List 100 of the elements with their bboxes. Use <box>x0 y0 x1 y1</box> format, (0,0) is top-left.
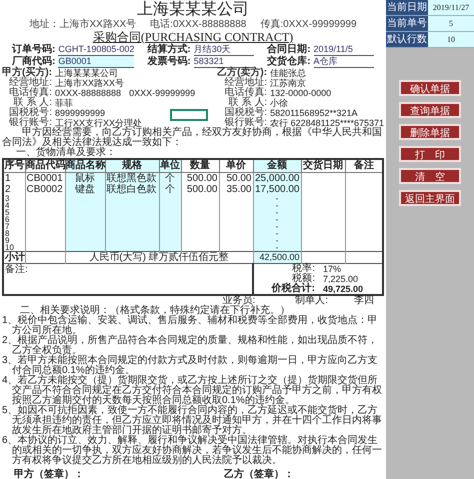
summary-value: 49,725.00 <box>323 284 364 294</box>
action-button[interactable]: 打 印 <box>399 146 461 162</box>
field-value: 8999999999 <box>55 108 106 118</box>
field-label: 交货仓库: <box>267 56 311 68</box>
column-header: 备注 <box>345 159 383 172</box>
info-value: 5 <box>428 16 474 32</box>
column-header: 单位 <box>159 159 181 172</box>
table-cell: 4 <box>3 202 25 209</box>
field-label: 经营地址: <box>8 78 52 88</box>
info-value: 10 <box>428 32 474 48</box>
clause-text: 3、若甲方未能按照本合同规定的付款方式及时付款，则每逾期一日，甲方应向乙方支付合同总额0.1%的违约金。 <box>2 356 379 376</box>
column-header: 金额 <box>253 159 301 172</box>
info-label: 当前单号 <box>386 16 428 32</box>
table-cell: - <box>253 216 301 223</box>
table-cell: 5 <box>3 209 25 216</box>
table-cell: 2 <box>3 184 25 195</box>
signature-label: 甲方（签章）： <box>14 469 84 479</box>
field-label: 国税税号: <box>223 108 268 118</box>
company-contact: 电话:0XXX-88888888 <box>150 19 246 30</box>
company-contact: 地址：上海市XX路XX号 <box>29 19 136 30</box>
clause-text: 4、若乙方未能按交（提）货期限交货，或乙方按上述所订之交（提）货期限交货但所交产品不符合合同规定在乙方交付符合本合同规定的订购产品予甲方之前，甲方有权按照乙方逾期交付的天数每天按照合同总额收取0.1%的违约金。 <box>2 376 383 406</box>
intro-text: 甲方因经营需要，向乙方订购相关产品，经双方友好协商，根据《中华人民共和国合同法》及相关法律法规达成一致如下： <box>2 128 383 148</box>
table-cell: 个 <box>159 184 181 195</box>
table-cell: - <box>253 230 301 237</box>
field-label: 国税税号: <box>8 108 52 118</box>
table-cell: 联想白色款 <box>105 184 159 195</box>
table-cell: - <box>253 237 301 244</box>
field-label: 合同日期: <box>267 44 311 55</box>
summary-value: 17% <box>323 264 342 274</box>
field-label: 结算方式: <box>147 44 191 56</box>
field-value: 农行 6228481125****675371 <box>270 118 384 128</box>
field-value: 0XXX-88888888 <box>55 88 122 98</box>
table-cell: 联想黑色款 <box>105 172 159 184</box>
action-button[interactable]: 返回主界面 <box>399 190 461 206</box>
field-label: 订单号码: <box>12 44 56 55</box>
action-button[interactable]: 查询单据 <box>399 102 461 118</box>
field-value[interactable]: 583321 <box>194 56 254 68</box>
column-header: 序号 <box>3 159 25 172</box>
action-button[interactable]: 删除单据 <box>399 124 461 140</box>
table-cell: - <box>253 202 301 209</box>
field-value: 小徐 <box>270 98 290 108</box>
table-cell: 500.00 <box>181 184 219 195</box>
action-button[interactable]: 确认单据 <box>399 80 461 96</box>
table-cell: 3 <box>3 195 25 202</box>
column-header: 数量 <box>181 159 219 172</box>
preparer-name: 李四 <box>354 296 374 306</box>
clause-text: 1、税价中包含运输、安装、调试、售后服务、辅材和税费等全部费用，收货地点：甲方公司所在地。 <box>2 316 379 336</box>
table-cell: 42,500.00 <box>253 252 301 264</box>
table-cell: 8 <box>3 230 25 237</box>
field-value: 佳能张总 <box>270 68 308 78</box>
table-cell: - <box>253 223 301 230</box>
column-header: 单价 <box>219 159 253 172</box>
table-cell: 人民币(大写) 肆万贰仟伍佰元整 <box>65 252 253 264</box>
table-cell: - <box>253 209 301 216</box>
field-value: 工行XX支行XX分理处 <box>55 118 142 128</box>
field-value: 132-0000-0000 <box>270 88 332 98</box>
field-value: 0XXX-99999999 <box>129 88 196 98</box>
action-button[interactable]: 清 空 <box>399 168 461 184</box>
field-label: 电话传真: <box>223 88 268 98</box>
signature-label: 乙方（签章）： <box>224 469 294 479</box>
field-value: 上海市XX路XX号 <box>55 78 124 88</box>
column-header: 规格 <box>105 159 159 172</box>
table-cell: 键盘 <box>65 184 105 195</box>
section-heading: 一、货物清单及要求： <box>15 148 117 158</box>
column-header: 交货日期 <box>301 159 345 172</box>
field-label: 银行账号: <box>8 118 52 128</box>
field-value: 菲菲 <box>55 98 73 108</box>
salesperson-label: 业务员: <box>222 296 256 306</box>
info-label: 当前日期 <box>386 0 428 16</box>
summary-label: 税额: <box>292 274 315 284</box>
field-value[interactable]: 2019/11/5 <box>314 44 374 56</box>
field-label: 乙方(卖方): <box>217 68 268 78</box>
field-label: 银行账号: <box>224 118 268 128</box>
preparer-label: 制单人: <box>295 296 328 306</box>
table-cell: 6 <box>3 216 25 223</box>
field-label: 联 系 人: <box>14 98 52 108</box>
table-cell: 备注: <box>3 264 253 295</box>
field-value[interactable]: 月结30天 <box>194 44 254 56</box>
table-cell: 小计 <box>3 252 25 264</box>
company-contact: 传真:0XXX-99999999 <box>260 19 357 30</box>
field-value[interactable]: A仓库 <box>314 56 374 68</box>
selected-cell[interactable] <box>170 109 208 121</box>
field-value: 江苏南京 <box>270 78 308 88</box>
field-label: 经营地址: <box>223 78 268 88</box>
field-label: 甲方(买方): <box>2 68 52 78</box>
table-cell: 35.00 <box>219 184 253 195</box>
field-label: 发票号码: <box>147 56 191 68</box>
field-value[interactable]: GB0001 <box>58 56 134 68</box>
clause-text: 2、根据产品说明，所售产品符合本合同规定的质量、规格和性能，如出现品质不符，乙方全权负责。 <box>2 336 379 356</box>
field-label: 厂商代码: <box>12 56 56 67</box>
table-cell: 17,500.00 <box>253 184 301 195</box>
field-label: 电话传真: <box>8 88 52 98</box>
field-value: 582011568952**321A <box>270 108 358 118</box>
info-value: 2019/11/27 <box>428 0 474 16</box>
clause-text: 6、本协议的订立、效力、解释、履行和争议解决受中国法律管辖。对执行本合同发生的或相关的一切争执，双方应友好协商解决，若争议发生后不能协商解决的，任何一方有权将争议提交乙方所在地相应级别的人民法院予以裁决。 <box>2 436 383 466</box>
table-cell: CB0002 <box>25 184 65 195</box>
field-label: 联 系 人: <box>228 98 268 108</box>
info-label: 默认行数 <box>386 32 428 48</box>
summary-value: 7,225.00 <box>323 274 358 284</box>
contract-title: 采购合同(PURCHASING CONTRACT) <box>92 30 294 44</box>
